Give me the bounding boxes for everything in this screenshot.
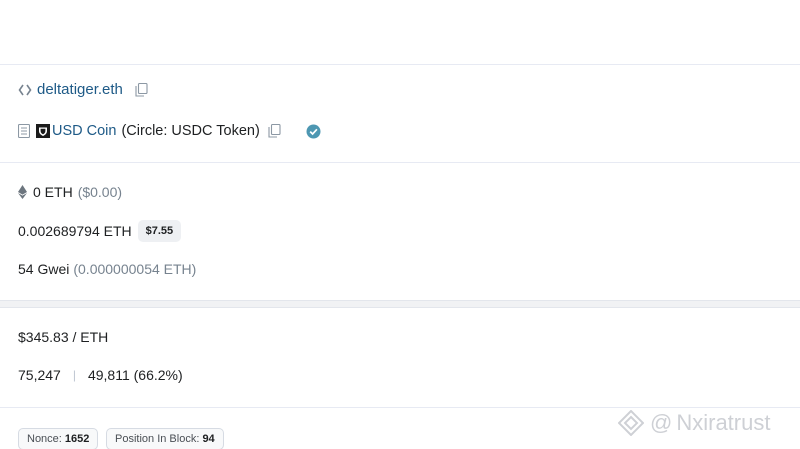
watermark: @ Nxiratrust	[618, 410, 770, 436]
value-amount: 0 ETH	[33, 184, 73, 200]
watermark-text: Nxiratrust	[676, 410, 771, 435]
gas-limit: 75,247	[18, 367, 61, 383]
copy-icon[interactable]	[268, 124, 281, 138]
copy-icon[interactable]	[135, 82, 148, 97]
section-divider	[0, 162, 800, 163]
gas-separator: |	[72, 368, 76, 382]
token-detail: (Circle: USDC Token)	[121, 123, 260, 139]
ether-price: $345.83 / ETH	[18, 329, 109, 345]
gas-price-gwei: 54 Gwei	[18, 261, 70, 277]
gas-used: 49,811 (66.2%)	[87, 367, 183, 383]
position-value: 94	[202, 433, 215, 445]
diamond-logo-icon	[618, 410, 644, 436]
section-band	[0, 300, 800, 308]
to-address-row: deltatiger.eth	[18, 81, 148, 98]
top-divider	[0, 64, 800, 65]
nonce-badge: Nonce: 1652	[18, 428, 99, 449]
verified-check-icon	[306, 124, 321, 139]
code-brackets-icon	[18, 83, 32, 97]
fee-amount: 0.002689794 ETH	[18, 223, 132, 239]
value-usd: ($0.00)	[77, 184, 123, 200]
nonce-label: Nonce:	[27, 433, 62, 445]
value-row: 0 ETH ($0.00)	[18, 184, 122, 200]
ether-price-row: $345.83 / ETH	[18, 329, 108, 345]
position-label: Position In Block:	[115, 433, 200, 445]
gas-price-eth: (0.000000054 ETH)	[73, 261, 197, 277]
gas-usage-row: 75,247 | 49,811 (66.2%)	[18, 367, 183, 383]
token-row: USD Coin (Circle: USDC Token)	[18, 123, 321, 139]
to-address-link[interactable]: deltatiger.eth	[37, 81, 123, 98]
ethereum-icon	[18, 185, 27, 199]
bottom-divider	[0, 407, 800, 408]
transaction-fee-row: 0.002689794 ETH $7.55	[18, 220, 182, 242]
watermark-at: @	[650, 410, 673, 435]
gas-price-row: 54 Gwei (0.000000054 ETH)	[18, 261, 196, 277]
token-name-link[interactable]: USD Coin	[52, 123, 116, 139]
nonce-value: 1652	[64, 433, 90, 445]
document-icon	[18, 124, 30, 138]
fee-usd-badge: $7.55	[137, 220, 182, 242]
position-badge: Position In Block: 94	[106, 428, 224, 449]
usdc-shield-logo	[36, 124, 50, 138]
